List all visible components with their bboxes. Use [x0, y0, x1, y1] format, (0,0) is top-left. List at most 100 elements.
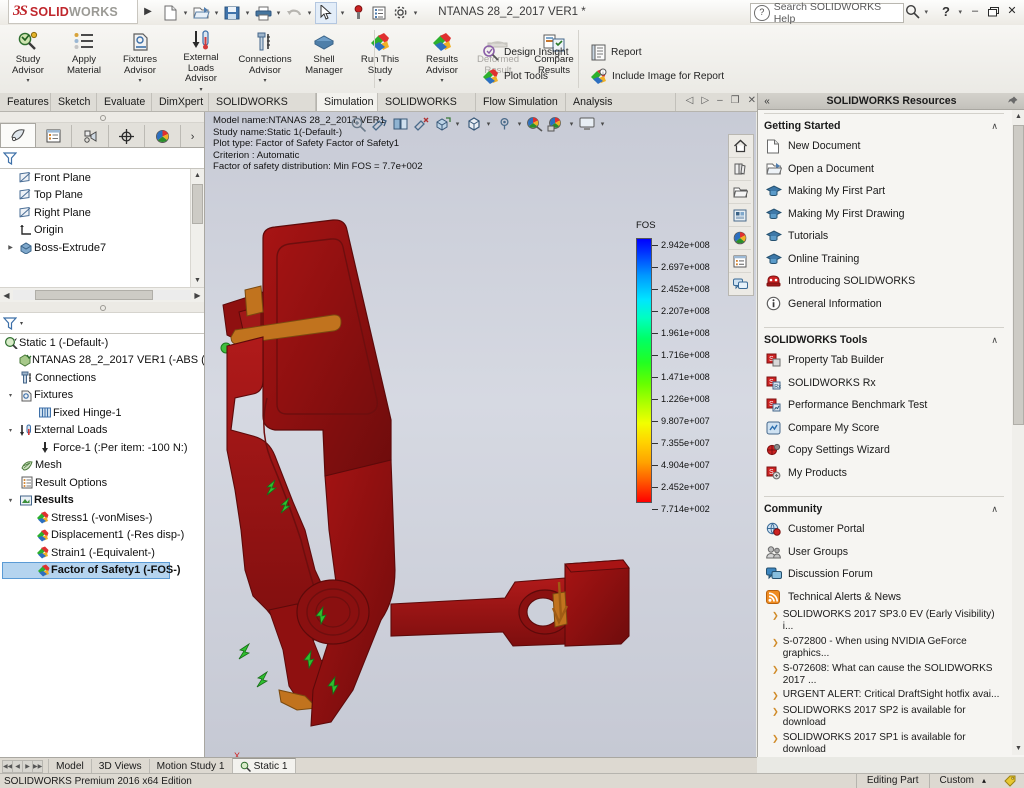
hscroll-right[interactable]: ▶	[191, 291, 204, 300]
shell-manager-button[interactable]: Shell Manager	[296, 25, 352, 91]
model-tree-filter[interactable]	[0, 148, 204, 169]
panel-left-button[interactable]: ◁	[686, 95, 694, 106]
task-pane-scroll-down[interactable]: ▼	[1012, 742, 1024, 755]
tree-item-mesh[interactable]: Mesh	[0, 457, 204, 475]
section-community-header[interactable]: Community ∧	[758, 499, 1012, 518]
tab-sketch[interactable]: Sketch	[51, 93, 97, 111]
fixtures-advisor-caret[interactable]: ▾	[138, 77, 141, 84]
plot-tools-button[interactable]: Plot Tools ▾	[478, 64, 601, 88]
options-list-icon[interactable]	[369, 3, 389, 23]
status-tag-icon[interactable]	[996, 775, 1024, 787]
new-file-caret[interactable]: ▾	[181, 3, 190, 23]
hscroll-track[interactable]	[13, 290, 191, 300]
resource-making-my-first-drawing[interactable]: Making My First Drawing	[758, 203, 1012, 226]
help-button[interactable]: ?	[942, 4, 950, 19]
collapse-arrow[interactable]: ▾	[4, 392, 17, 399]
print-icon[interactable]	[253, 3, 273, 23]
tree-item-right-plane[interactable]: Right Plane	[0, 204, 204, 222]
model-tree-scroll-up[interactable]: ▲	[191, 169, 204, 182]
tree-item-force1[interactable]: Force-1 (:Per item: -100 N:)	[0, 439, 204, 457]
tree-item-front-plane[interactable]: Front Plane	[0, 169, 204, 187]
panel-restore-button[interactable]: ❐	[731, 95, 740, 106]
panel-minimize-button[interactable]: –	[717, 95, 723, 106]
tool-my-products[interactable]: S My Products	[758, 462, 1012, 485]
external-loads-advisor-caret[interactable]: ▾	[199, 86, 202, 93]
model-tree-scroll-down[interactable]: ▼	[191, 274, 204, 287]
open-file-caret[interactable]: ▾	[212, 3, 221, 23]
tab-nav-last[interactable]: ▶▶	[32, 759, 43, 773]
search-help-box[interactable]: ? Search SOLIDWORKS Help	[750, 1, 904, 25]
model-tree-vscroll[interactable]: ▲ ▼	[190, 169, 204, 287]
manager-tab-more-button[interactable]: ›	[181, 131, 204, 147]
task-pane-scroll-up[interactable]: ▲	[1012, 110, 1024, 123]
pin-icon[interactable]	[1007, 96, 1024, 107]
panel-right-button[interactable]: ▷	[701, 95, 709, 106]
bottom-tab-motion-study-1[interactable]: Motion Study 1	[148, 758, 233, 774]
results-advisor-caret[interactable]: ▾	[440, 77, 443, 84]
undo-icon[interactable]	[284, 3, 304, 23]
apply-material-button[interactable]: Apply Material	[56, 25, 112, 91]
hscroll-thumb[interactable]	[35, 290, 153, 300]
tree-item-stress1[interactable]: Stress1 (-vonMises-)	[0, 509, 204, 527]
search-icon[interactable]	[905, 4, 920, 19]
status-custom-caret[interactable]: ▴	[982, 774, 986, 788]
gear-icon[interactable]	[390, 3, 410, 23]
bottom-tab-static-1[interactable]: Static 1	[231, 758, 296, 774]
section-getting-started-header[interactable]: Getting Started ∧	[758, 116, 1012, 135]
report-button[interactable]: Report	[586, 40, 646, 64]
section-solidworks-tools-header[interactable]: SOLIDWORKS Tools ∧	[758, 330, 1012, 349]
tab-dimxpert[interactable]: DimXpert	[152, 93, 209, 111]
resource-open-document[interactable]: Open a Document	[758, 158, 1012, 181]
tree-item-results[interactable]: ▾ Results	[0, 492, 204, 510]
tree-item-static1[interactable]: Static 1 (-Default-)	[0, 334, 204, 352]
resource-general-information[interactable]: General Information	[758, 293, 1012, 316]
results-advisor-button[interactable]: Results Advisor ▾	[414, 25, 470, 91]
gear-caret[interactable]: ▾	[411, 3, 420, 23]
study-advisor-button[interactable]: Study Advisor ▾	[0, 25, 56, 91]
chevron-up-icon[interactable]: ∧	[991, 121, 998, 132]
tab-evaluate[interactable]: Evaluate	[97, 93, 152, 111]
tree-item-displacement1[interactable]: Displacement1 (-Res disp-)	[0, 527, 204, 545]
panel-close-button[interactable]: ✕	[748, 95, 756, 106]
model-tree-scroll-thumb[interactable]	[192, 184, 203, 224]
save-caret[interactable]: ▾	[243, 3, 252, 23]
resource-tutorials[interactable]: Tutorials	[758, 225, 1012, 248]
tree-item-connections[interactable]: Connections	[0, 369, 204, 387]
news-item[interactable]: ❯ SOLIDWORKS 2017 SP3.0 EV (Early Visibil…	[772, 608, 1012, 635]
news-item[interactable]: ❯ SOLIDWORKS 2017 SP1 is available for do…	[772, 731, 1012, 755]
chevron-up-icon[interactable]: ∧	[991, 504, 998, 515]
chevron-up-icon[interactable]: ∧	[991, 335, 998, 346]
graphics-viewport[interactable]: Model name:NTANAS 28_2_2017 VER1 Study n…	[205, 112, 756, 757]
select-cursor-icon[interactable]	[315, 1, 337, 24]
resource-introducing-solidworks[interactable]: Introducing SOLIDWORKS	[758, 270, 1012, 293]
rebuild-icon[interactable]	[348, 3, 368, 23]
tree-item-result-options[interactable]: Result Options	[0, 474, 204, 492]
expand-arrow[interactable]: ▶	[4, 244, 17, 251]
include-image-for-report-button[interactable]: i Include Image for Report	[586, 64, 728, 88]
task-pane-scroll-thumb[interactable]	[1013, 125, 1024, 425]
resource-new-document[interactable]: New Document	[758, 135, 1012, 158]
feature-manager-tab[interactable]	[0, 123, 37, 147]
menu-expand-arrow[interactable]: ▶	[142, 5, 154, 19]
tree-item-boss-extrude7[interactable]: ▶ Boss-Extrude7	[0, 239, 204, 257]
tree-item-factor-of-safety1[interactable]: Factor of Safety1 (-FOS-)	[2, 561, 181, 579]
connections-advisor-caret[interactable]: ▾	[263, 77, 266, 84]
tab-features[interactable]: Features	[0, 93, 51, 111]
community-discussion-forum[interactable]: Discussion Forum	[758, 563, 1012, 586]
study-advisor-caret[interactable]: ▾	[26, 77, 29, 84]
display-manager-tab[interactable]	[145, 125, 182, 147]
news-item[interactable]: ❯ URGENT ALERT: Critical DraftSight hotfi…	[772, 688, 1012, 703]
news-item[interactable]: ❯ SOLIDWORKS 2017 SP2 is available for do…	[772, 704, 1012, 731]
run-this-study-caret[interactable]: ▾	[378, 77, 381, 84]
tool-performance-benchmark-test[interactable]: S Performance Benchmark Test	[758, 394, 1012, 417]
run-this-study-button[interactable]: Run This Study ▾	[352, 25, 408, 91]
filter-caret-icon[interactable]: ▾	[20, 320, 23, 327]
tool-copy-settings-wizard[interactable]: Copy Settings Wizard	[758, 439, 1012, 462]
maximize-button[interactable]	[986, 4, 1000, 19]
tab-analysis-preparation[interactable]: Analysis Preparation	[566, 93, 676, 126]
tree-item-part-material[interactable]: NTANAS 28_2_2017 VER1 (-ABS (1)-)	[0, 352, 204, 370]
task-pane-scrollbar[interactable]: ▲ ▼	[1011, 110, 1024, 755]
dimxpert-manager-tab[interactable]	[109, 125, 145, 147]
help-caret[interactable]: ▾	[958, 8, 962, 16]
resource-online-training[interactable]: Online Training	[758, 248, 1012, 271]
